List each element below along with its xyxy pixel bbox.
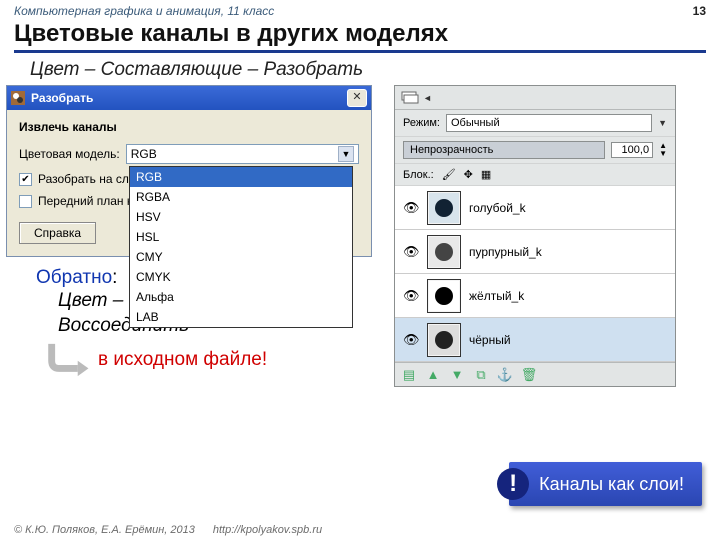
raise-layer-icon[interactable]: ▲ <box>425 367 441 383</box>
chevron-down-icon[interactable]: ▼ <box>338 146 354 162</box>
mode-label: Режим: <box>403 117 440 129</box>
layer-name: жёлтый_k <box>469 289 524 303</box>
panel-menu-icon[interactable]: ◄ <box>423 93 432 103</box>
layer-row[interactable]: 👁 жёлтый_k <box>395 274 675 318</box>
footer-url: http://kpolyakov.spb.ru <box>213 524 322 536</box>
new-layer-icon[interactable]: ▤ <box>401 367 417 383</box>
lock-move-icon[interactable]: ✥ <box>464 168 473 181</box>
eye-icon[interactable]: 👁 <box>403 332 419 348</box>
callout: ! Каналы как слои! <box>509 462 702 506</box>
dropdown-option[interactable]: CMY <box>130 247 352 267</box>
eye-icon[interactable]: 👁 <box>403 244 419 260</box>
dropdown-option[interactable]: RGBA <box>130 187 352 207</box>
foreground-as-checkbox[interactable] <box>19 195 32 208</box>
callout-text: Каналы как слои! <box>539 474 684 495</box>
opacity-stepper[interactable]: ▲▼ <box>659 142 667 158</box>
color-model-value: RGB <box>131 147 157 161</box>
exclamation-icon: ! <box>497 468 529 500</box>
dropdown-option[interactable]: Альфа <box>130 287 352 307</box>
color-model-dropdown[interactable]: RGB RGBA HSV HSL CMY CMYK Альфа LAB <box>129 166 353 328</box>
opacity-value[interactable]: 100,0 <box>611 142 653 158</box>
chevron-down-icon[interactable]: ▼ <box>658 118 667 128</box>
decompose-to-layers-checkbox[interactable]: ✔ <box>19 173 32 186</box>
color-model-select[interactable]: RGB ▼ <box>126 144 359 164</box>
layers-stack-icon[interactable] <box>401 91 419 105</box>
lower-layer-icon[interactable]: ▼ <box>449 367 465 383</box>
layers-panel: ◄ Режим: ▼ Непрозрачность 100,0 ▲▼ Блок.… <box>394 85 676 387</box>
decompose-dialog: Разобрать ✕ Извлечь каналы Цветовая моде… <box>6 85 372 257</box>
duplicate-layer-icon[interactable]: ⧉ <box>473 367 489 383</box>
lock-label: Блок.: <box>403 169 434 181</box>
close-button[interactable]: ✕ <box>347 89 367 107</box>
eye-icon[interactable]: 👁 <box>403 200 419 216</box>
page-title: Цветовые каналы в других моделях <box>14 20 706 53</box>
layer-name: чёрный <box>469 333 511 347</box>
layer-name: голубой_k <box>469 201 526 215</box>
delete-layer-icon[interactable]: 🗑 <box>521 367 537 383</box>
dropdown-option[interactable]: CMYK <box>130 267 352 287</box>
help-button[interactable]: Справка <box>19 222 96 244</box>
color-model-label: Цветовая модель: <box>19 147 120 161</box>
colon: : <box>112 267 117 288</box>
layer-name: пурпурный_k <box>469 245 542 259</box>
menu-path: Цвет – Составляющие – Разобрать <box>30 59 690 81</box>
anchor-layer-icon[interactable]: ⚓ <box>497 367 513 383</box>
layer-thumb <box>427 323 461 357</box>
layer-list: 👁 голубой_k 👁 пурпурный_k 👁 жёлтый_k 👁 <box>395 186 675 362</box>
layer-thumb <box>427 191 461 225</box>
note-red: в исходном файле! <box>98 349 267 371</box>
dropdown-option[interactable]: HSL <box>130 227 352 247</box>
layer-thumb <box>427 279 461 313</box>
page-number: 13 <box>693 4 706 18</box>
lock-alpha-icon[interactable]: ▦ <box>481 168 491 181</box>
layer-row[interactable]: 👁 пурпурный_k <box>395 230 675 274</box>
layer-thumb <box>427 235 461 269</box>
layer-row[interactable]: 👁 чёрный <box>395 318 675 362</box>
layer-row[interactable]: 👁 голубой_k <box>395 186 675 230</box>
course-label: Компьютерная графика и анимация, 11 клас… <box>14 4 274 18</box>
lock-brush-icon[interactable]: 🖌 <box>442 168 456 181</box>
mode-select[interactable] <box>446 114 652 132</box>
footer-copyright: © К.Ю. Поляков, Е.А. Ерёмин, 2013 <box>14 524 195 536</box>
dropdown-option[interactable]: RGB <box>130 167 352 187</box>
opacity-label: Непрозрачность <box>403 141 605 159</box>
eye-icon[interactable]: 👁 <box>403 288 419 304</box>
back-label: Обратно <box>36 267 112 288</box>
decompose-to-layers-label: Разобрать на слои <box>38 172 142 186</box>
dialog-title: Разобрать <box>31 91 93 105</box>
dropdown-option[interactable]: HSV <box>130 207 352 227</box>
arrow-icon <box>44 342 90 378</box>
extract-section-label: Извлечь каналы <box>19 120 359 134</box>
app-icon <box>11 91 25 105</box>
dropdown-option[interactable]: LAB <box>130 307 352 327</box>
